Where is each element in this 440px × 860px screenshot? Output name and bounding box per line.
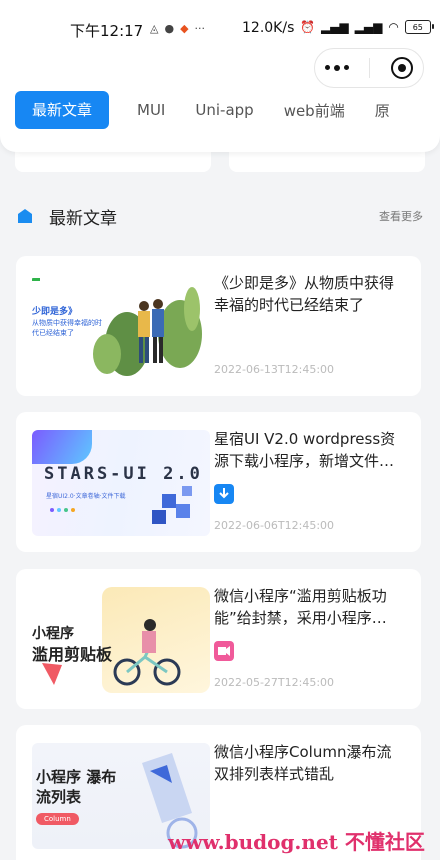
article-card[interactable]: STARS-UI 2.0 星宿UI2.0·文章卷轴·文件下载 星宿UI V2.0… [16,412,421,552]
article-card[interactable]: 少即是多》 从物质中获得幸福的时代已经结束了 《少即是多》从物质中获得幸福的时代… [16,256,421,396]
mini-program-capsule [314,48,424,88]
app-page: 下午12:17 ◬ ● ◆ ··· 12.0K/s ⏰ ▂▄▆ ▂▄▆ ◠ 65… [0,0,440,860]
article-date: 2022-06-13T12:45:00 [214,363,335,376]
article-thumbnail: 小程序 滥用剪贴板 [32,587,210,693]
tab-mui[interactable]: MUI [137,101,165,119]
status-right-icons: ⏰ ▂▄▆ ▂▄▆ ◠ 65 [300,20,434,34]
house-icon [18,209,32,223]
download-icon [214,484,234,504]
wifi-icon: ◠ [388,20,399,34]
header-panel: 下午12:17 ◬ ● ◆ ··· 12.0K/s ⏰ ▂▄▆ ▂▄▆ ◠ 65… [0,0,440,152]
tab-latest[interactable]: 最新文章 [15,91,110,129]
tab-web[interactable]: web前端 [284,100,345,121]
article-thumbnail: STARS-UI 2.0 星宿UI2.0·文章卷轴·文件下载 [32,430,210,536]
article-title: 《少即是多》从物质中获得幸福的时代已经结束了 [214,274,395,314]
network-speed: 12.0K/s [242,20,295,36]
more-menu-icon[interactable] [325,65,350,71]
section-header: 最新文章 查看更多 [17,204,423,229]
tab-uniapp[interactable]: Uni-app [195,101,253,119]
article-thumbnail: 少即是多》 从物质中获得幸福的时代已经结束了 [32,274,210,380]
watermark-text: www.budog.net 不懂社区 [168,830,425,854]
video-icon [214,641,234,661]
section-title: 最新文章 [49,208,117,229]
status-time: 下午12:17 [70,22,144,40]
thumb-cubes [50,486,192,524]
signal-icon: ▂▄▆ [320,20,349,34]
thumb-bike-illustration [42,619,181,686]
location-icon: ◬ [150,22,159,35]
article-title: 微信小程序“滥用剪贴板功能”给封禁，采用小程序… [214,587,387,627]
close-target-icon[interactable] [390,57,413,79]
article-date: 2022-05-27T12:45:00 [214,676,335,689]
tab-more[interactable]: 原 [375,100,390,121]
article-title: 星宿UI V2.0 wordpress资源下载小程序，新增文件下… [214,430,396,470]
category-tabs: 最新文章 MUI Uni-app web前端 原 [15,90,440,130]
status-notification-icons: ◬ ● ◆ ··· [150,22,205,35]
signal-icon-2: ▂▄▆ [354,20,383,34]
thumb-illustration [93,287,202,376]
article-date: 2022-06-06T12:45:00 [214,519,335,532]
article-title: 微信小程序Column瀑布流双排列表样式错乱 [214,743,392,783]
ellipsis-icon: ··· [194,22,206,35]
article-card[interactable]: 小程序 滥用剪贴板 微信小程序“滥用剪贴板功能”给封禁，采用小程序… 2022-… [16,569,421,709]
alarm-icon: ⏰ [300,20,315,34]
compass-icon: ◆ [180,22,189,35]
battery-icon: 65 [404,20,434,34]
capsule-divider [369,58,371,78]
dot-icon: ● [164,22,175,35]
view-more-link[interactable]: 查看更多 [379,208,423,224]
